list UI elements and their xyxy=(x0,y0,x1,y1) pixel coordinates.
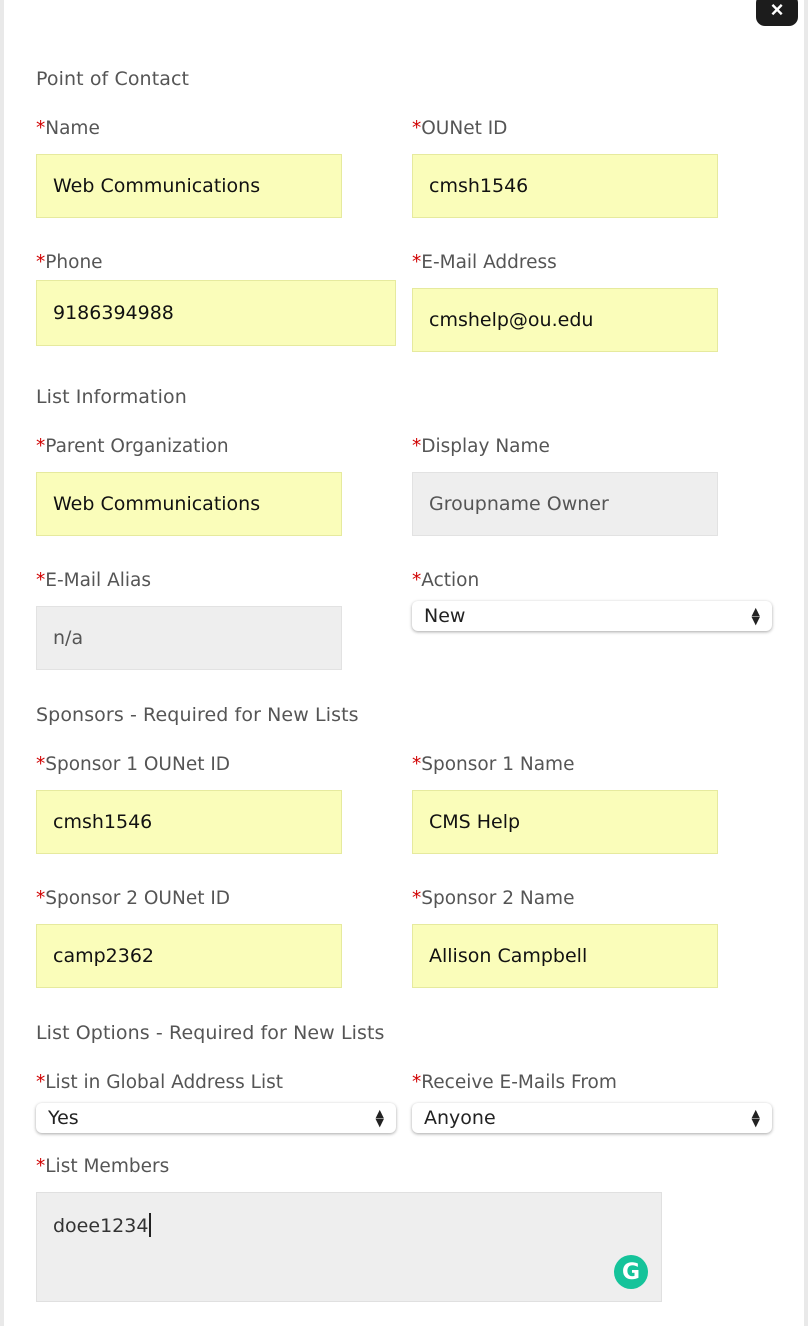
sponsor1-name-label: *Sponsor 1 Name xyxy=(412,754,575,775)
action-label: *Action xyxy=(412,570,480,591)
email-address-field[interactable]: cmshelp@ou.edu xyxy=(412,288,718,352)
display-name-label: *Display Name xyxy=(412,436,550,457)
receive-emails-from-value: Anyone xyxy=(424,1107,496,1129)
ounet-id-field[interactable]: cmsh1546 xyxy=(412,154,718,218)
action-select[interactable]: New ▲ ▼ xyxy=(412,601,772,631)
email-alias-field[interactable]: n/a xyxy=(36,606,342,670)
section-list-information: List Information xyxy=(36,386,187,408)
email-address-label: *E-Mail Address xyxy=(412,252,557,273)
receive-emails-from-label: *Receive E-Mails From xyxy=(412,1072,617,1093)
close-button[interactable]: × xyxy=(756,0,798,26)
select-arrows-icon: ▲ ▼ xyxy=(375,1107,384,1129)
name-label: *Name xyxy=(36,118,100,139)
select-arrows-icon: ▲ ▼ xyxy=(751,605,760,627)
section-point-of-contact: Point of Contact xyxy=(36,68,190,90)
phone-field[interactable]: 9186394988 xyxy=(36,280,396,346)
list-members-value: doee1234 xyxy=(53,1215,149,1237)
display-name-field[interactable]: Groupname Owner xyxy=(412,472,718,536)
receive-emails-from-select[interactable]: Anyone ▲ ▼ xyxy=(412,1103,772,1133)
global-address-list-value: Yes xyxy=(48,1107,79,1129)
select-arrows-icon: ▲ ▼ xyxy=(751,1107,760,1129)
sponsor2-name-label: *Sponsor 2 Name xyxy=(412,888,575,909)
sponsor2-name-field[interactable]: Allison Campbell xyxy=(412,924,718,988)
section-list-options: List Options - Required for New Lists xyxy=(36,1022,385,1044)
sponsor1-id-field[interactable]: cmsh1546 xyxy=(36,790,342,854)
grammarly-icon[interactable]: G xyxy=(614,1255,648,1289)
global-address-list-label: *List in Global Address List xyxy=(36,1072,284,1093)
close-icon: × xyxy=(770,0,784,22)
email-alias-label: *E-Mail Alias xyxy=(36,570,151,591)
global-address-list-select[interactable]: Yes ▲ ▼ xyxy=(36,1103,396,1133)
action-select-value: New xyxy=(424,605,466,627)
sponsor1-name-field[interactable]: CMS Help xyxy=(412,790,718,854)
text-caret xyxy=(149,1213,152,1237)
parent-organization-label: *Parent Organization xyxy=(36,436,229,457)
list-members-label: *List Members xyxy=(36,1156,170,1177)
sponsor2-id-label: *Sponsor 2 OUNet ID xyxy=(36,888,231,909)
list-members-textarea[interactable]: doee1234 G xyxy=(36,1192,662,1302)
sponsor2-id-field[interactable]: camp2362 xyxy=(36,924,342,988)
name-field[interactable]: Web Communications xyxy=(36,154,342,218)
sponsor1-id-label: *Sponsor 1 OUNet ID xyxy=(36,754,231,775)
section-sponsors: Sponsors - Required for New Lists xyxy=(36,704,359,726)
phone-label: *Phone xyxy=(36,252,103,273)
parent-organization-field[interactable]: Web Communications xyxy=(36,472,342,536)
ounet-id-label: *OUNet ID xyxy=(412,118,508,139)
